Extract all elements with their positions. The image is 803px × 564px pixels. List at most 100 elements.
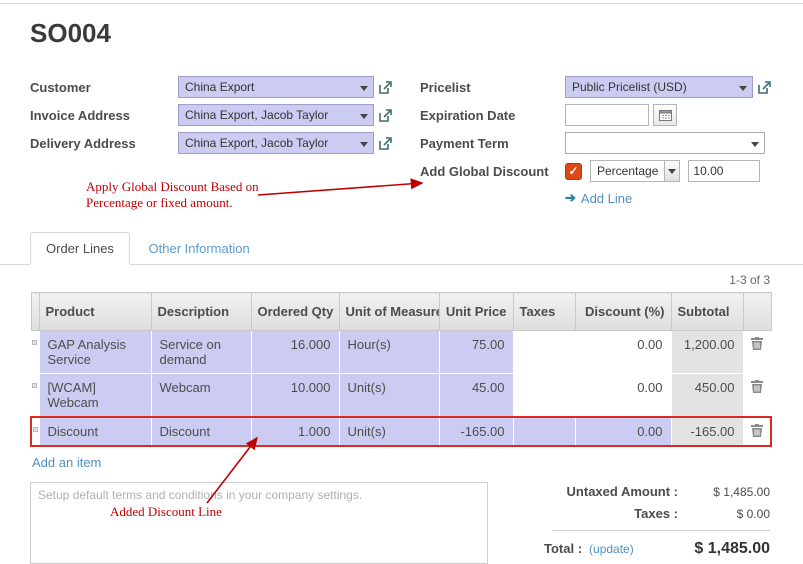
sale-order-page: { "title": "SO004", "icons": { "check": … <box>0 3 803 548</box>
delete-line-button[interactable] <box>751 380 763 396</box>
cell-taxes[interactable] <box>513 331 575 374</box>
invoice-address-select[interactable]: China Export, Jacob Taylor <box>178 104 374 126</box>
cell-unit-price[interactable]: 45.00 <box>439 374 513 418</box>
col-header-subtotal[interactable]: Subtotal <box>671 293 743 331</box>
total-value: $ 1,485.00 <box>694 540 770 558</box>
customer-select[interactable]: China Export <box>178 76 374 98</box>
pricelist-external-link-icon[interactable] <box>758 81 771 94</box>
payment-term-select[interactable] <box>565 132 765 154</box>
global-discount-checkbox[interactable]: ✓ <box>565 163 582 180</box>
customer-label: Customer <box>30 80 178 95</box>
cell-unit-price[interactable]: 75.00 <box>439 331 513 374</box>
terms-and-conditions-textarea[interactable] <box>30 482 488 564</box>
annotation-global-discount-note: Apply Global Discount Based on Percentag… <box>86 179 271 210</box>
delivery-address-label: Delivery Address <box>30 136 178 151</box>
cell-subtotal[interactable]: 1,200.00 <box>671 331 743 374</box>
notebook-tabs: Order Lines Other Information <box>0 232 803 265</box>
row-drag-handle[interactable] <box>31 331 39 374</box>
cell-unit-of-measure[interactable]: Hour(s) <box>339 331 439 374</box>
global-discount-label: Add Global Discount <box>420 164 565 179</box>
chevron-down-icon <box>664 161 679 181</box>
discount-amount-input[interactable] <box>688 160 760 182</box>
chevron-down-icon <box>360 86 368 91</box>
total-label: Total : <box>544 541 582 556</box>
invoice-address-value: China Export, Jacob Taylor <box>185 108 328 122</box>
col-header-description[interactable]: Description <box>151 293 251 331</box>
discount-type-select[interactable]: Percentage <box>590 160 680 182</box>
tab-other-information[interactable]: Other Information <box>134 233 265 264</box>
chevron-down-icon <box>751 142 759 147</box>
expiration-date-label: Expiration Date <box>420 108 565 123</box>
customer-external-link-icon[interactable] <box>379 81 392 94</box>
cell-ordered-qty[interactable]: 1.000 <box>251 417 339 446</box>
cell-unit-price[interactable]: -165.00 <box>439 417 513 446</box>
delivery-address-value: China Export, Jacob Taylor <box>185 136 328 150</box>
invoice-address-external-link-icon[interactable] <box>379 109 392 122</box>
row-drag-handle[interactable] <box>31 417 39 446</box>
order-line-row-2: [WCAM] Webcam Webcam 10.000 Unit(s) 45.0… <box>31 374 771 418</box>
delivery-address-select[interactable]: China Export, Jacob Taylor <box>178 132 374 154</box>
chevron-down-icon <box>360 142 368 147</box>
calendar-icon[interactable] <box>653 104 677 126</box>
invoice-address-label: Invoice Address <box>30 108 178 123</box>
cell-discount[interactable]: 0.00 <box>575 417 671 446</box>
cell-unit-of-measure[interactable]: Unit(s) <box>339 417 439 446</box>
chevron-down-icon <box>360 114 368 119</box>
cell-description[interactable]: Service on demand <box>151 331 251 374</box>
cell-description[interactable]: Discount <box>151 417 251 446</box>
cell-taxes[interactable] <box>513 374 575 418</box>
cell-ordered-qty[interactable]: 16.000 <box>251 331 339 374</box>
trash-icon <box>751 380 763 393</box>
row-drag-handle[interactable] <box>31 374 39 418</box>
payment-term-label: Payment Term <box>420 136 565 151</box>
taxes-label: Taxes : <box>634 506 678 521</box>
order-lines-table: Product Description Ordered Qty Unit of … <box>30 292 772 447</box>
col-header-discount[interactable]: Discount (%) <box>575 293 671 331</box>
cell-subtotal[interactable]: 450.00 <box>671 374 743 418</box>
cell-subtotal[interactable]: -165.00 <box>671 417 743 446</box>
cell-product[interactable]: [WCAM] Webcam <box>39 374 151 418</box>
trash-icon <box>751 337 763 350</box>
cell-product[interactable]: GAP Analysis Service <box>39 331 151 374</box>
tab-order-lines[interactable]: Order Lines <box>30 232 130 265</box>
top-divider <box>0 3 803 4</box>
cell-discount[interactable]: 0.00 <box>575 374 671 418</box>
cell-discount[interactable]: 0.00 <box>575 331 671 374</box>
col-header-unit-price[interactable]: Unit Price <box>439 293 513 331</box>
delete-column-header <box>743 293 771 331</box>
pricelist-label: Pricelist <box>420 80 565 95</box>
cell-taxes[interactable] <box>513 417 575 446</box>
pager: 1-3 of 3 <box>0 265 803 292</box>
cell-unit-of-measure[interactable]: Unit(s) <box>339 374 439 418</box>
drag-handle-column-header <box>31 293 39 331</box>
customer-value: China Export <box>185 80 254 94</box>
cell-ordered-qty[interactable]: 10.000 <box>251 374 339 418</box>
add-line-button[interactable]: ➔ Add Line <box>565 190 655 206</box>
delete-line-button[interactable] <box>751 337 763 353</box>
pricelist-select[interactable]: Public Pricelist (USD) <box>565 76 753 98</box>
cell-product[interactable]: Discount <box>39 417 151 446</box>
untaxed-amount-value: $ 1,485.00 <box>678 485 770 499</box>
cell-description[interactable]: Webcam <box>151 374 251 418</box>
untaxed-amount-label: Untaxed Amount : <box>567 484 678 499</box>
expiration-date-input[interactable] <box>565 104 649 126</box>
col-header-taxes[interactable]: Taxes <box>513 293 575 331</box>
add-an-item-link[interactable]: Add an item <box>32 455 101 470</box>
totals-divider <box>552 530 770 531</box>
order-line-row-1: GAP Analysis Service Service on demand 1… <box>31 331 771 374</box>
table-header-row: Product Description Ordered Qty Unit of … <box>31 293 771 331</box>
pricelist-value: Public Pricelist (USD) <box>572 80 687 94</box>
delivery-address-external-link-icon[interactable] <box>379 137 392 150</box>
chevron-down-icon <box>739 86 747 91</box>
delete-line-button[interactable] <box>751 424 763 440</box>
col-header-unit-of-measure[interactable]: Unit of Measure <box>339 293 439 331</box>
col-header-product[interactable]: Product <box>39 293 151 331</box>
annotation-added-discount-line: Added Discount Line <box>110 504 222 520</box>
col-header-ordered-qty[interactable]: Ordered Qty <box>251 293 339 331</box>
form-right-column: Pricelist Public Pricelist (USD) Expirat… <box>420 75 771 206</box>
update-total-link[interactable]: (update) <box>589 542 634 556</box>
page-title: SO004 <box>30 17 803 49</box>
check-icon: ✓ <box>568 164 578 178</box>
totals-panel: Untaxed Amount : $ 1,485.00 Taxes : $ 0.… <box>532 482 770 564</box>
trash-icon <box>751 424 763 437</box>
